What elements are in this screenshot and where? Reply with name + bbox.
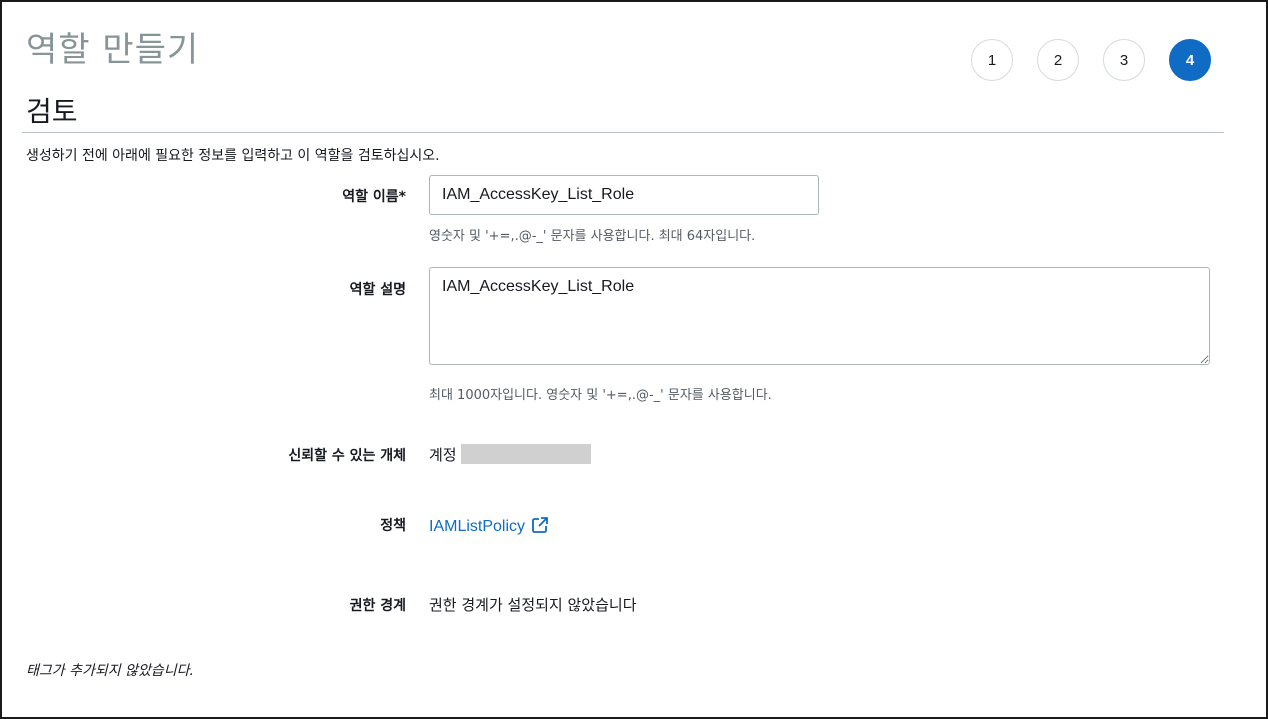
external-link-icon[interactable] <box>531 516 549 539</box>
role-description-hint: 최대 1000자입니다. 영숫자 및 '+=,.@-_' 문자를 사용합니다. <box>429 388 772 403</box>
trusted-entity-value: 계정 <box>429 446 457 464</box>
section-title: 검토 <box>26 95 78 128</box>
role-name-hint: 영숫자 및 '+=,.@-_' 문자를 사용합니다. 최대 64자입니다. <box>429 229 756 244</box>
section-divider <box>22 132 1224 133</box>
step-2-indicator[interactable]: 2 <box>1037 39 1079 81</box>
redacted-account-id <box>460 444 591 464</box>
create-role-review-panel: 역할 만들기 1 2 3 4 검토 생성하기 전에 아래에 필요한 정보를 입력… <box>0 0 1268 719</box>
step-1-indicator[interactable]: 1 <box>971 39 1013 81</box>
role-name-input[interactable] <box>429 175 819 215</box>
permissions-boundary-value: 권한 경계가 설정되지 않았습니다 <box>429 596 637 614</box>
section-intro: 생성하기 전에 아래에 필요한 정보를 입력하고 이 역할을 검토하십시오. <box>26 148 440 164</box>
step-3-indicator[interactable]: 3 <box>1103 39 1145 81</box>
permissions-boundary-label: 권한 경계 <box>349 598 406 614</box>
trusted-entity-label: 신뢰할 수 있는 개체 <box>288 448 406 464</box>
step-4-indicator: 4 <box>1169 39 1211 81</box>
role-description-textarea[interactable]: IAM_AccessKey_List_Role <box>429 267 1210 365</box>
role-name-label: 역할 이름* <box>342 189 406 205</box>
wizard-title: 역할 만들기 <box>26 30 200 70</box>
role-description-label: 역할 설명 <box>349 282 406 298</box>
trusted-entity-value-row: 계정 <box>429 444 591 465</box>
policy-label: 정책 <box>380 518 406 534</box>
policy-link-text[interactable]: IAMListPolicy <box>429 518 525 535</box>
tags-note: 태그가 추가되지 않았습니다. <box>26 663 194 679</box>
policy-link[interactable]: IAMListPolicy <box>429 516 549 539</box>
